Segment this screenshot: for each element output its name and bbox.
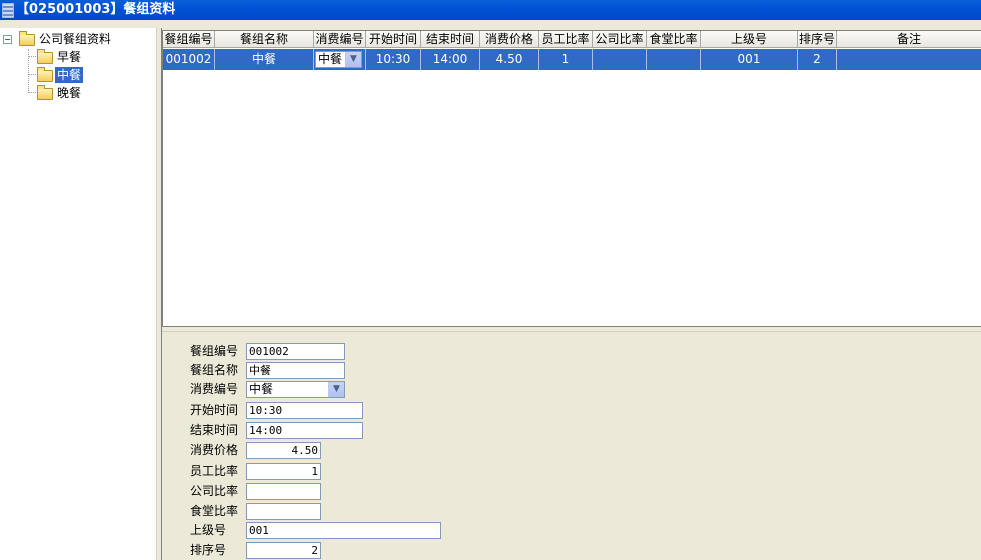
- app-icon[interactable]: [2, 3, 14, 18]
- window-title: 【025001003】餐组资料: [16, 2, 176, 17]
- parent-no-label: 上级号: [190, 523, 227, 537]
- tree-item-label: 晚餐: [57, 86, 82, 100]
- canteen-ratio-label: 食堂比率: [190, 504, 239, 518]
- consume-no-select[interactable]: 中餐 ▼: [246, 381, 345, 398]
- cell-remark[interactable]: [837, 49, 981, 70]
- column-header[interactable]: 结束时间: [421, 31, 480, 48]
- canteen-ratio-field[interactable]: [246, 503, 321, 520]
- column-header[interactable]: 员工比率: [539, 31, 593, 48]
- cell-start-time[interactable]: 10:30: [366, 49, 421, 70]
- table-row[interactable]: 001002 中餐 10:30 14:00 4.50 1 001 2 中餐 ▼: [163, 49, 981, 70]
- cell-group-name[interactable]: 中餐: [215, 49, 314, 70]
- column-header[interactable]: 排序号: [798, 31, 837, 48]
- sort-no-field[interactable]: 2: [246, 542, 321, 559]
- column-header[interactable]: 餐组名称: [215, 31, 314, 48]
- tree-item-lunch[interactable]: 中餐: [0, 67, 150, 83]
- cell-sort-no[interactable]: 2: [798, 49, 837, 70]
- collapse-icon[interactable]: −: [3, 35, 12, 44]
- folder-icon: [37, 49, 53, 64]
- column-header[interactable]: 餐组编号: [163, 31, 215, 48]
- company-ratio-label: 公司比率: [190, 484, 239, 498]
- price-field[interactable]: 4.50: [246, 442, 321, 459]
- column-header[interactable]: 食堂比率: [647, 31, 701, 48]
- cell-canteen-ratio[interactable]: [647, 49, 701, 70]
- folder-open-icon: [19, 31, 35, 46]
- consume-no-select-value: 中餐: [249, 382, 274, 396]
- end-time-label: 结束时间: [190, 423, 239, 437]
- start-time-label: 开始时间: [190, 403, 239, 417]
- start-time-field[interactable]: 10:30: [246, 402, 363, 419]
- staff-ratio-field[interactable]: 1: [246, 463, 321, 480]
- cell-parent-no[interactable]: 001: [701, 49, 798, 70]
- tree-pane: − 公司餐组资料 早餐 中餐 晚餐: [0, 28, 156, 560]
- parent-no-field[interactable]: 001: [246, 522, 441, 539]
- column-header[interactable]: 消费价格: [480, 31, 539, 48]
- company-ratio-field[interactable]: [246, 483, 321, 500]
- cell-staff-ratio[interactable]: 1: [539, 49, 593, 70]
- tree-item-breakfast[interactable]: 早餐: [0, 49, 150, 65]
- horizontal-splitter[interactable]: [162, 326, 981, 332]
- folder-open-icon: [37, 67, 53, 82]
- cell-price[interactable]: 4.50: [480, 49, 539, 70]
- consume-no-dropdown[interactable]: 中餐 ▼: [315, 51, 362, 68]
- column-header[interactable]: 开始时间: [366, 31, 421, 48]
- column-header[interactable]: 消费编号: [314, 31, 366, 48]
- column-header[interactable]: 上级号: [701, 31, 798, 48]
- cell-company-ratio[interactable]: [593, 49, 647, 70]
- tree-root[interactable]: − 公司餐组资料: [0, 31, 150, 47]
- sort-no-label: 排序号: [190, 543, 227, 557]
- grid-header: 餐组编号 餐组名称 消费编号 开始时间 结束时间 消费价格 员工比率 公司比率 …: [163, 31, 981, 48]
- staff-ratio-label: 员工比率: [190, 464, 239, 478]
- column-header[interactable]: 公司比率: [593, 31, 647, 48]
- folder-icon: [37, 85, 53, 100]
- cell-group-no[interactable]: 001002: [163, 49, 215, 70]
- chevron-down-icon[interactable]: ▼: [328, 382, 344, 397]
- chevron-down-icon[interactable]: ▼: [345, 52, 361, 67]
- tree-item-dinner[interactable]: 晚餐: [0, 85, 150, 101]
- group-no-field[interactable]: 001002: [246, 343, 345, 360]
- column-header[interactable]: 备注: [837, 31, 981, 48]
- title-bar: 【025001003】餐组资料: [0, 0, 981, 20]
- group-name-field[interactable]: 中餐: [246, 362, 345, 379]
- consume-no-value: 中餐: [318, 52, 343, 66]
- consume-no-label: 消费编号: [190, 382, 239, 396]
- end-time-field[interactable]: 14:00: [246, 422, 363, 439]
- tree-item-label: 中餐: [55, 67, 84, 83]
- group-no-label: 餐组编号: [190, 344, 239, 358]
- tree-item-label: 早餐: [57, 50, 82, 64]
- price-label: 消费价格: [190, 443, 239, 457]
- tree-root-label: 公司餐组资料: [39, 32, 112, 46]
- data-grid: 餐组编号 餐组名称 消费编号 开始时间 结束时间 消费价格 员工比率 公司比率 …: [162, 30, 981, 327]
- cell-end-time[interactable]: 14:00: [421, 49, 480, 70]
- group-name-label: 餐组名称: [190, 363, 239, 377]
